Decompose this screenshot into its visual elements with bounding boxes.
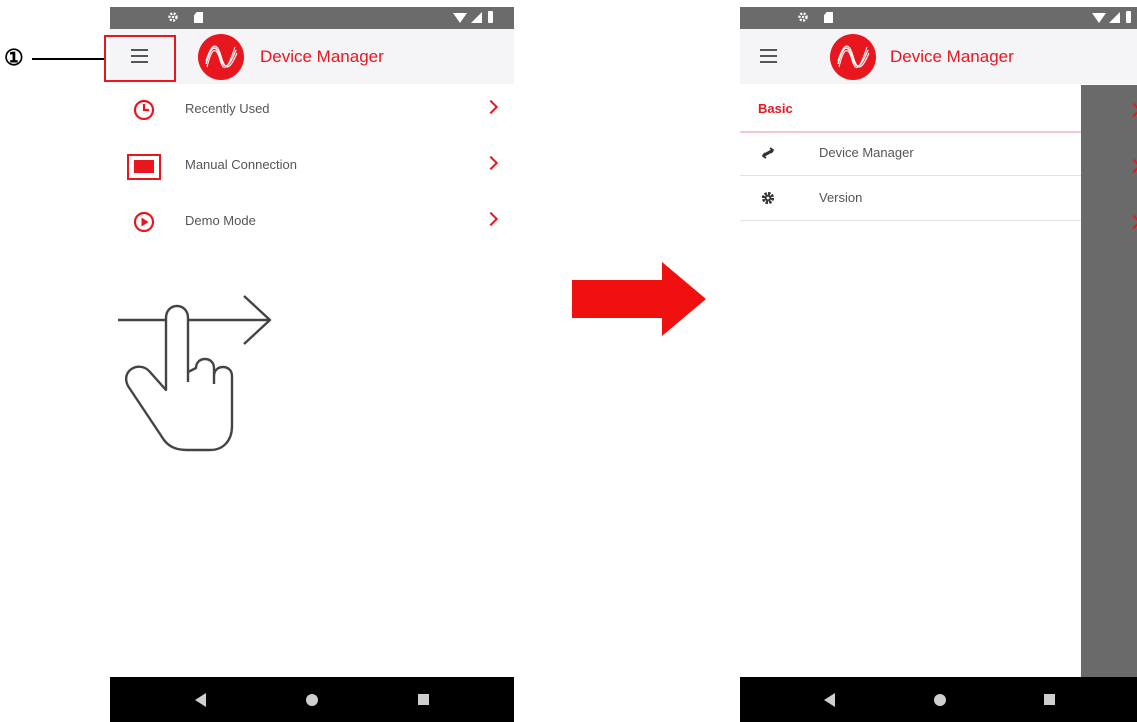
recently-used-icon <box>133 99 155 121</box>
navigation-bar <box>740 677 1137 722</box>
drawer-item-device-manager[interactable]: Device Manager <box>740 131 1081 176</box>
settings-status-icon <box>798 12 808 22</box>
ethernet-port-icon <box>127 154 161 180</box>
back-button[interactable] <box>195 693 206 707</box>
signal-icon <box>1109 12 1120 23</box>
gear-icon <box>761 191 775 205</box>
chevron-right-icon <box>483 211 499 227</box>
app-logo <box>198 34 244 80</box>
app-title: Device Manager <box>260 47 384 66</box>
app-title: Device Manager <box>890 47 1014 66</box>
drawer-item-version[interactable]: Version <box>740 176 1081 221</box>
chevron-right-icon <box>483 155 499 171</box>
status-bar <box>110 7 514 29</box>
chevron-right-icon <box>1126 102 1137 118</box>
menu-item-label: Manual Connection <box>185 157 298 172</box>
right-arrow-icon <box>572 262 706 336</box>
chevron-right-icon <box>483 99 499 115</box>
recent-apps-button[interactable] <box>418 694 429 705</box>
recent-apps-button[interactable] <box>1044 694 1055 705</box>
menu-item-manual-connection[interactable]: Manual Connection <box>110 145 514 201</box>
battery-icon <box>488 11 493 23</box>
status-bar <box>740 7 1137 29</box>
wifi-icon <box>1092 13 1106 23</box>
home-button[interactable] <box>934 694 946 706</box>
menu-item-recently-used[interactable]: Recently Used <box>110 89 514 145</box>
play-circle-icon <box>133 211 155 233</box>
menu-item-label: Recently Used <box>185 101 270 116</box>
drawer-scrim-overlay[interactable] <box>1081 85 1137 677</box>
transfer-arrows-icon <box>762 147 774 159</box>
battery-icon <box>1126 11 1131 23</box>
wifi-icon <box>453 13 467 23</box>
back-button[interactable] <box>824 693 835 707</box>
right-phone-screen: Device Manager Basic Device Manager Vers… <box>740 7 1137 722</box>
drawer-item-label: Version <box>819 190 863 205</box>
callout-leader-line <box>32 58 104 60</box>
chevron-right-icon <box>1126 214 1137 230</box>
app-bar: Device Manager <box>740 29 1137 84</box>
menu-item-demo-mode[interactable]: Demo Mode <box>110 201 514 257</box>
swipe-right-gesture-icon <box>118 295 272 452</box>
app-logo <box>830 34 876 80</box>
sd-card-status-icon <box>194 12 203 23</box>
highlight-box <box>104 35 176 82</box>
menu-item-label: Demo Mode <box>185 213 256 228</box>
drawer-item-label: Device Manager <box>819 145 914 160</box>
settings-status-icon <box>168 12 178 22</box>
drawer-section-basic: Basic <box>740 85 1081 133</box>
sd-card-status-icon <box>824 12 833 23</box>
home-button[interactable] <box>306 694 318 706</box>
chevron-right-icon <box>1126 158 1137 174</box>
signal-icon <box>471 12 482 23</box>
step-number-callout: ① <box>4 45 24 70</box>
hamburger-menu-icon[interactable] <box>760 49 777 63</box>
navigation-bar <box>110 677 514 722</box>
section-label: Basic <box>758 101 793 116</box>
